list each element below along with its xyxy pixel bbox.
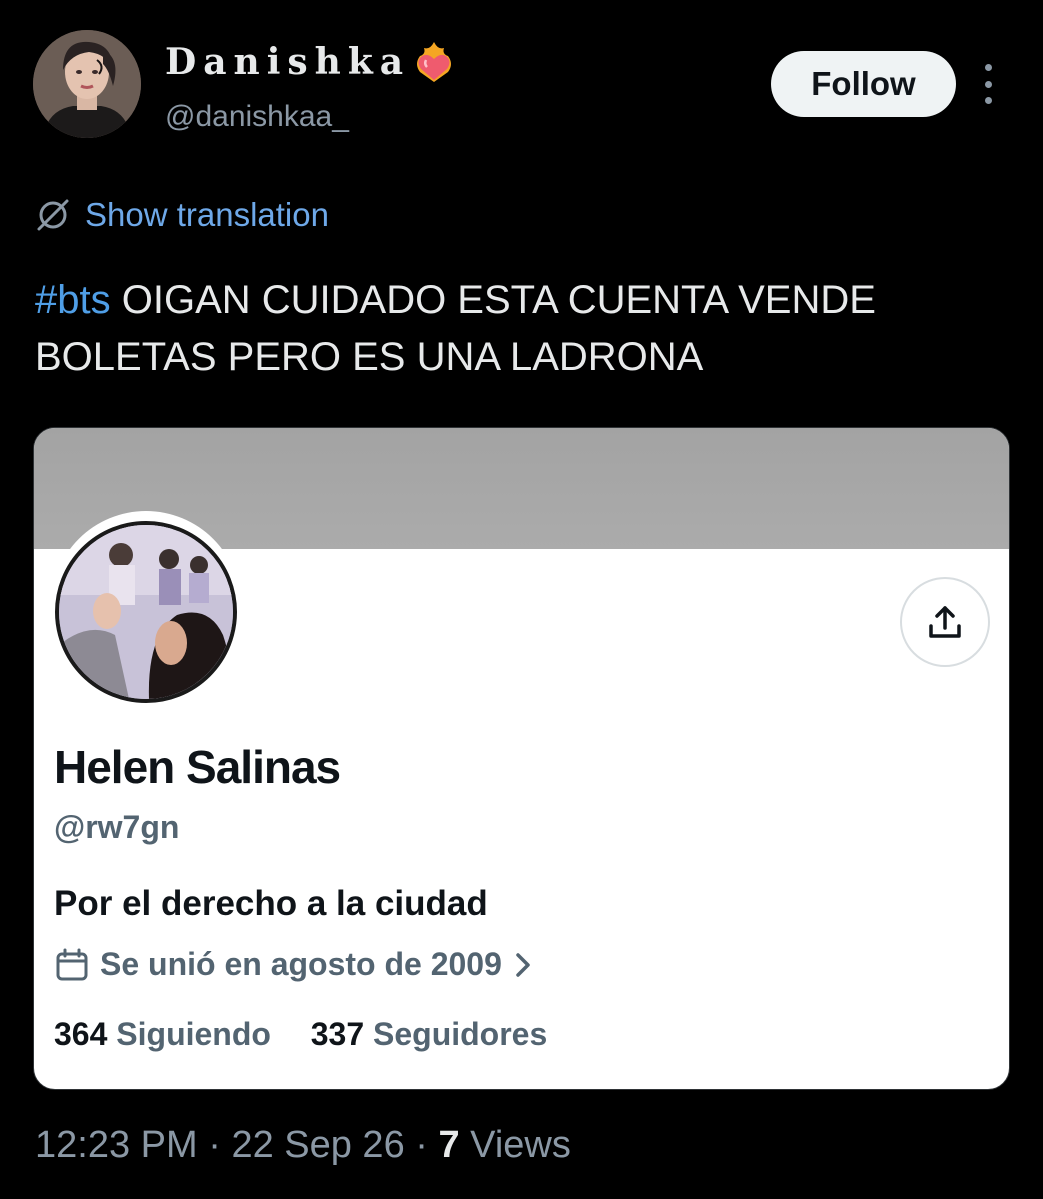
author-avatar[interactable] [33, 30, 141, 138]
profile-card-image[interactable]: Helen Salinas @rw7gn Por el derecho a la… [33, 427, 1010, 1090]
tweet-body: #bts OIGAN CUIDADO ESTA CUENTA VENDE BOL… [35, 272, 995, 386]
meta-separator: · [404, 1124, 439, 1166]
profile-bio: Por el derecho a la ciudad [54, 884, 488, 923]
more-options-icon[interactable] [978, 64, 998, 104]
tweet-date[interactable]: 22 Sep 26 [231, 1124, 404, 1166]
views-count: 7 [438, 1124, 460, 1166]
author-handle[interactable]: @danishkaa_ [165, 100, 349, 134]
joined-text: Se unió en agosto de 2009 [100, 946, 502, 982]
profile-picture [55, 521, 237, 703]
follow-button[interactable]: Follow [771, 51, 956, 117]
author-name-text: Danishka [165, 41, 411, 83]
views-label: Views [459, 1124, 571, 1166]
calendar-icon [56, 948, 88, 980]
profile-name: Helen Salinas [54, 741, 341, 793]
share-button[interactable] [900, 577, 990, 667]
profile-stats: 364 Siguiendo 337 Seguidores [54, 1016, 547, 1053]
user-avatar-icon [33, 30, 141, 138]
author-display-name[interactable]: Danishka [165, 40, 456, 84]
globe-slash-icon [37, 199, 69, 231]
show-translation-label: Show translation [85, 196, 329, 233]
tweet-time[interactable]: 12:23 PM [35, 1124, 198, 1166]
profile-photo-icon [59, 525, 233, 699]
share-icon [929, 606, 961, 638]
tweet-meta: 12:23 PM · 22 Sep 26 · 7 Views [35, 1124, 571, 1167]
meta-separator: · [197, 1124, 232, 1166]
profile-joined-date: Se unió en agosto de 2009 [54, 946, 534, 983]
heart-on-fire-icon [417, 42, 452, 82]
show-translation-link[interactable]: Show translation [35, 196, 329, 234]
profile-handle: @rw7gn [54, 809, 180, 845]
following-label: Siguiendo [116, 1016, 271, 1052]
hashtag-link[interactable]: #bts [35, 278, 111, 322]
tweet-text: OIGAN CUIDADO ESTA CUENTA VENDE BOLETAS … [35, 278, 876, 379]
followers-label: Seguidores [373, 1016, 548, 1052]
chevron-right-icon [516, 952, 530, 977]
tweet-view: Danishka @danishkaa_ Follow Show transla… [0, 0, 1043, 1199]
followers-count: 337 [310, 1016, 365, 1052]
following-count: 364 [54, 1016, 108, 1052]
